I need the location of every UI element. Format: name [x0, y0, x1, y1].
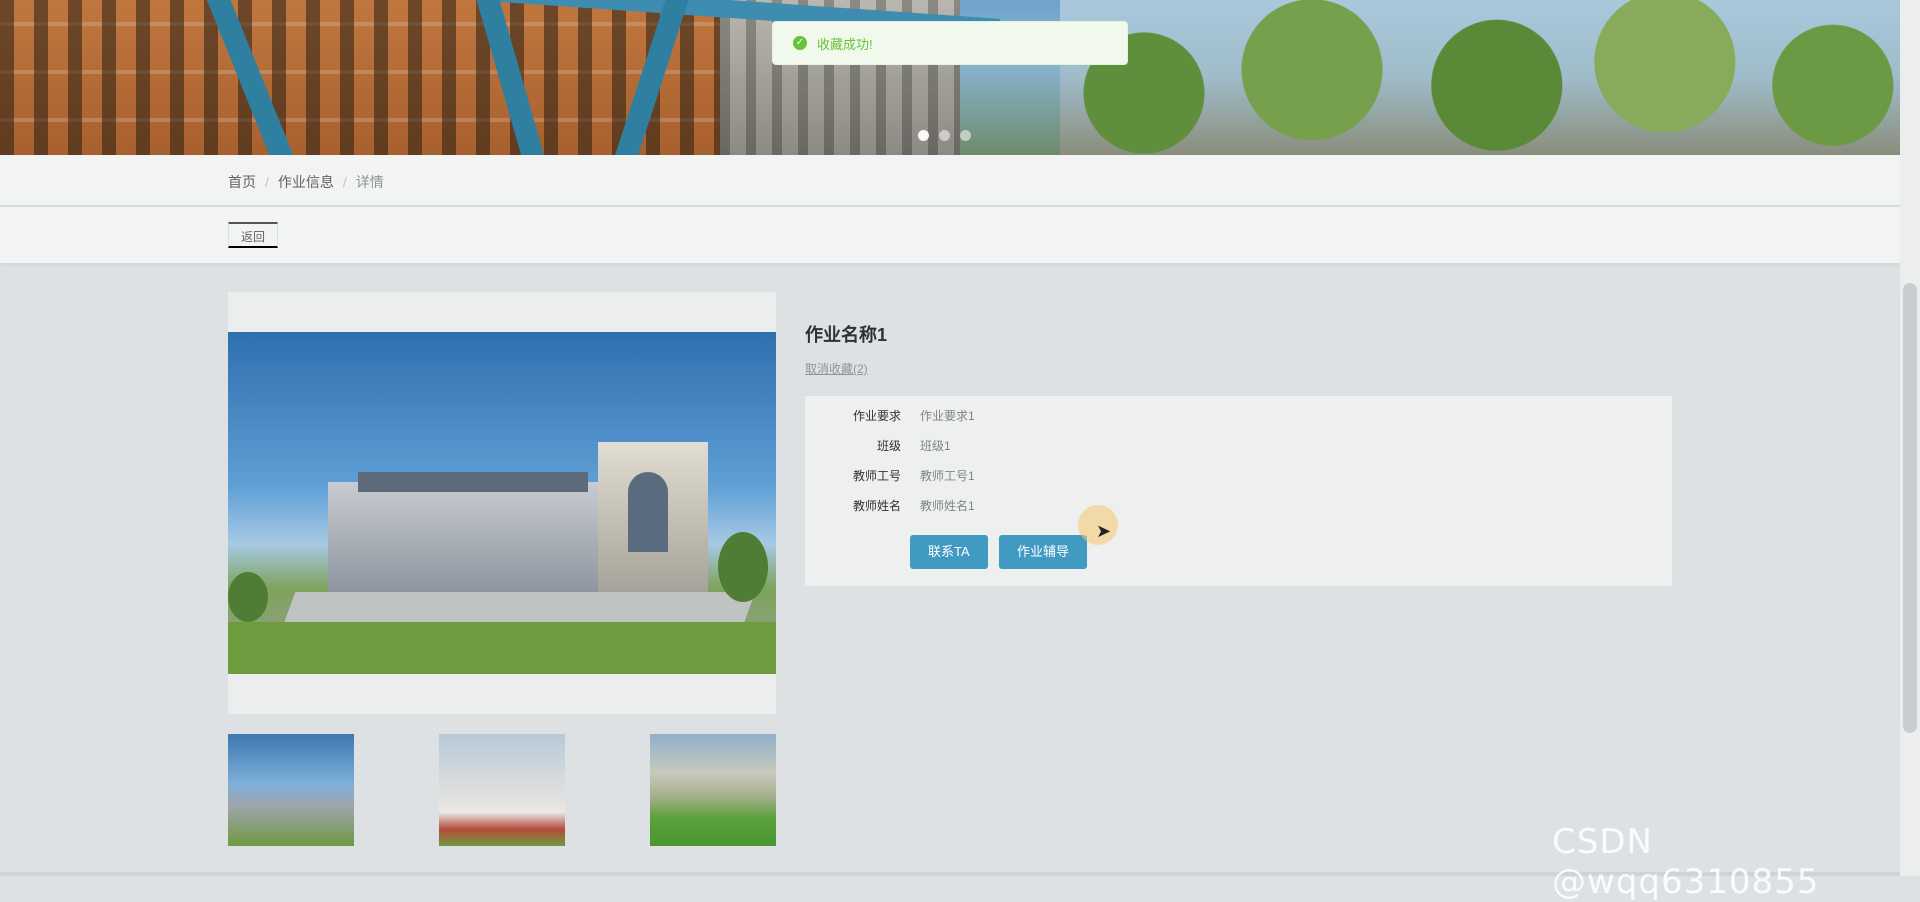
breadcrumb-separator: /: [342, 174, 347, 190]
image-building: [328, 482, 628, 592]
image-tree: [228, 572, 268, 622]
field-value: 教师工号1: [920, 469, 975, 483]
breadcrumb-current: 详情: [355, 174, 384, 190]
thumbnail-2[interactable]: [439, 734, 565, 846]
carousel-indicators: [918, 130, 971, 141]
breadcrumb-separator: /: [265, 174, 269, 190]
success-toast: ✓ 收藏成功!: [772, 21, 1128, 65]
unfavorite-link[interactable]: 取消收藏(2): [805, 360, 868, 377]
tutoring-button[interactable]: 作业辅导: [999, 535, 1088, 569]
scrollbar-thumb[interactable]: [1903, 283, 1917, 733]
toast-message: 收藏成功!: [817, 36, 873, 52]
breadcrumb-homework-info[interactable]: 作业信息: [278, 172, 334, 192]
breadcrumb-bar: 首页 / 作业信息 / 详情: [0, 155, 1900, 206]
thumbnail-1[interactable]: [228, 734, 354, 846]
image-tree: [718, 532, 768, 602]
field-value: 作业要求1: [920, 409, 975, 423]
contact-button[interactable]: 联系TA: [910, 535, 988, 569]
mouse-pointer-icon: ➤: [1096, 521, 1112, 541]
field-value: 教师姓名1: [920, 499, 975, 513]
thumbnail-3[interactable]: [650, 734, 776, 846]
field-value: 班级1: [920, 439, 951, 453]
image-lawn: [228, 622, 776, 674]
homework-title: 作业名称1: [805, 325, 888, 345]
image-roof: [358, 472, 588, 492]
main-image-frame: [228, 292, 776, 714]
field-label: 教师工号: [852, 469, 901, 483]
back-button[interactable]: 返回: [228, 222, 279, 248]
carousel-dot[interactable]: [939, 130, 950, 141]
field-label: 教师姓名: [852, 499, 901, 513]
field-row-teacher-id: 教师工号 教师工号1: [805, 467, 1205, 487]
carousel-dot[interactable]: [960, 130, 971, 141]
field-row-teacher-name: 教师姓名 教师姓名1: [805, 497, 1205, 517]
thumbnail-strip: [228, 734, 776, 846]
page-scrollbar[interactable]: [1900, 0, 1920, 876]
field-label: 班级: [876, 439, 901, 453]
action-bar: 返回: [0, 207, 1900, 263]
field-row-requirement: 作业要求 作业要求1: [805, 407, 1205, 427]
image-arched-window: [628, 472, 668, 552]
field-label: 作业要求: [852, 409, 901, 423]
breadcrumb: 首页 / 作业信息 / 详情: [228, 172, 384, 192]
watermark: CSDN @wqq6310855: [1552, 822, 1820, 902]
info-panel: 作业要求 作业要求1 班级 班级1 教师工号 教师工号1 教师姓名 教师姓名1 …: [805, 396, 1672, 586]
check-circle-icon: ✓: [793, 36, 807, 50]
main-image: [228, 332, 776, 674]
field-row-class: 班级 班级1: [805, 437, 1205, 457]
carousel-dot[interactable]: [918, 130, 929, 141]
banner-trees: [1060, 0, 1900, 155]
breadcrumb-home[interactable]: 首页: [228, 172, 256, 192]
banner-building-left: [0, 0, 720, 155]
